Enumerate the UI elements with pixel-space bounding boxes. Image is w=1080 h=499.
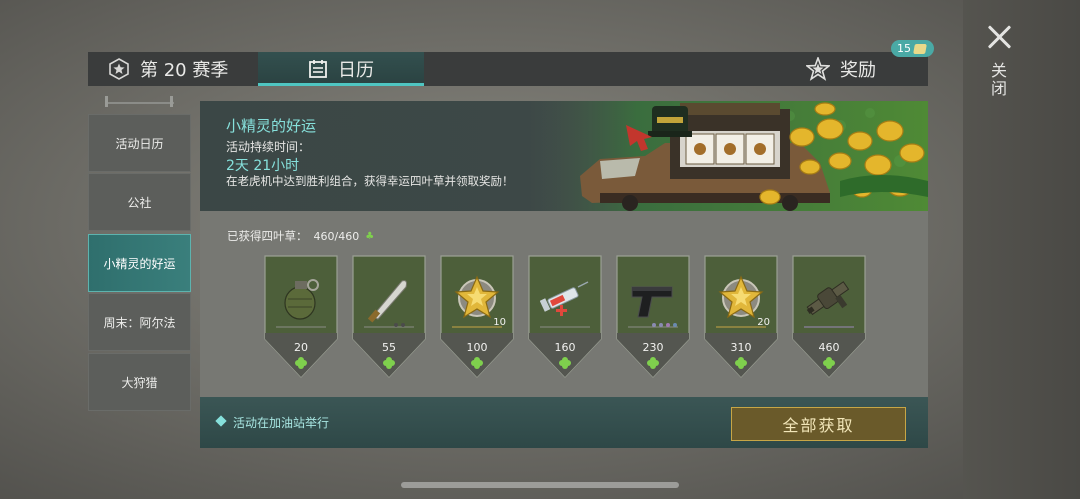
- reward-cost: 55: [382, 341, 396, 354]
- reward-star-icon: [806, 57, 830, 81]
- rewards-count-badge: 15: [891, 40, 934, 57]
- calendar-icon: [309, 60, 327, 78]
- claim-all-button[interactable]: 全部获取: [731, 407, 906, 441]
- slot-machine-truck-art: [540, 101, 928, 211]
- gold-star-badge-icon: [454, 275, 500, 319]
- reward-cost: 100: [466, 341, 488, 354]
- gold-star-badge-icon: [718, 275, 764, 319]
- reward-cost: 460: [818, 341, 840, 354]
- diamond-icon: [215, 415, 227, 427]
- syringe-icon: [540, 281, 589, 316]
- rarity-dots: [394, 323, 405, 327]
- sidebar-item-label: 周末：阿尔法: [103, 315, 176, 330]
- sidebar-item-label: 小精灵的好运: [103, 256, 176, 271]
- rewards-count: 15: [897, 42, 911, 55]
- clover-icon: ♣: [365, 230, 375, 242]
- sidebar-item-calendar[interactable]: 活动日历: [88, 114, 191, 172]
- sidebar-item-label: 公社: [127, 195, 152, 210]
- tab-rewards[interactable]: 奖励: [806, 52, 916, 86]
- tab-season[interactable]: 第 20 赛季: [108, 52, 258, 86]
- tab-calendar-label: 日历: [338, 60, 374, 81]
- grenade-icon: [284, 279, 319, 320]
- clover-icon: [559, 357, 571, 369]
- event-title: 小精灵的好运: [226, 117, 317, 135]
- reward-card[interactable]: 230: [616, 255, 690, 379]
- sidebar-scroll-rail: [88, 96, 191, 112]
- event-location-text: 活动在加油站举行: [233, 416, 330, 430]
- event-footer: 活动在加油站举行 全部获取: [200, 397, 928, 448]
- pistol-icon: [631, 286, 673, 318]
- tab-season-label: 第 20 赛季: [140, 60, 229, 81]
- reward-cost: 20: [294, 341, 308, 354]
- event-description: 在老虎机中达到胜利组合，获得幸运四叶草并领取奖励！: [226, 174, 514, 188]
- clover-icon: [471, 357, 483, 369]
- tab-rewards-label: 奖励: [840, 60, 876, 81]
- reward-card[interactable]: 160: [528, 255, 602, 379]
- reward-card[interactable]: 55: [352, 255, 426, 379]
- sidebar-item-commune[interactable]: 公社: [88, 173, 191, 231]
- season-star-icon: [109, 58, 129, 80]
- clover-progress: 已获得四叶草： 460/460 ♣: [227, 228, 374, 244]
- event-duration-value: 2天 21小时: [226, 158, 300, 174]
- clover-progress-label: 已获得四叶草：: [227, 229, 308, 243]
- clover-progress-value: 460/460: [313, 229, 360, 243]
- reward-qty: 20: [757, 317, 770, 328]
- event-duration-label: 活动持续时间：: [226, 140, 311, 154]
- clover-icon: [383, 357, 395, 369]
- reward-qty: 10: [493, 317, 506, 328]
- reward-cost: 160: [554, 341, 576, 354]
- clover-icon: [295, 357, 307, 369]
- ticket-icon: [913, 43, 927, 54]
- reward-card[interactable]: 460: [792, 255, 866, 379]
- sidebar-item-label: 活动日历: [115, 136, 164, 151]
- close-label[interactable]: 关闭: [988, 62, 1009, 98]
- home-indicator[interactable]: [401, 482, 679, 488]
- close-icon[interactable]: [984, 22, 1014, 52]
- reward-card[interactable]: 20 310: [704, 255, 778, 379]
- event-banner: 小精灵的好运 活动持续时间： 2天 21小时 在老虎机中达到胜利组合，获得幸运四…: [200, 101, 928, 211]
- clover-icon: [823, 357, 835, 369]
- grenade-launcher-icon: [806, 281, 850, 316]
- clover-icon: [647, 357, 659, 369]
- event-panel: 小精灵的好运 活动持续时间： 2天 21小时 在老虎机中达到胜利组合，获得幸运四…: [200, 101, 928, 448]
- reward-card[interactable]: 20: [264, 255, 338, 379]
- sidebar-item-label: 大狩猎: [121, 375, 158, 390]
- machete-icon: [367, 280, 407, 323]
- tab-bar: 第 20 赛季 日历 奖励: [88, 52, 928, 86]
- reward-track: 20 55 10 100 160 230 20 310 460: [264, 255, 872, 379]
- clover-icon: [735, 357, 747, 369]
- rarity-dots: [652, 323, 677, 327]
- right-strip: [963, 0, 1080, 499]
- sidebar-item-weekend-alpha[interactable]: 周末：阿尔法: [88, 293, 191, 351]
- reward-cost: 310: [730, 341, 752, 354]
- reward-card[interactable]: 10 100: [440, 255, 514, 379]
- reward-cost: 230: [642, 341, 664, 354]
- sidebar-item-big-hunt[interactable]: 大狩猎: [88, 353, 191, 411]
- sidebar-item-leprechaun-luck[interactable]: 小精灵的好运: [88, 234, 191, 292]
- tab-calendar[interactable]: 日历: [258, 52, 424, 86]
